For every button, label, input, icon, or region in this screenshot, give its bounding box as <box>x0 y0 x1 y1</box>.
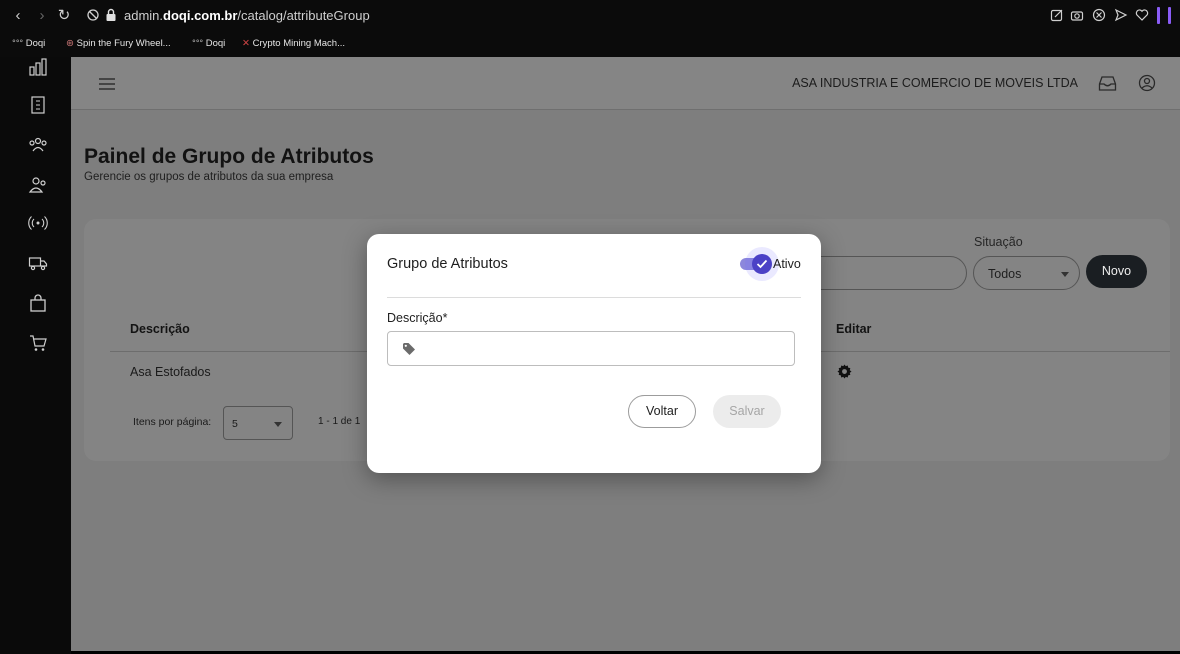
edit-icon[interactable] <box>1050 8 1064 22</box>
bookmark-label: Spin the Fury Wheel... <box>76 38 171 49</box>
active-toggle[interactable] <box>752 254 772 274</box>
url-path: /catalog/attributeGroup <box>237 8 370 23</box>
active-toggle-label: Ativo <box>773 257 801 271</box>
items-per-page-value: 5 <box>232 418 238 430</box>
url-prefix: admin. <box>124 8 164 23</box>
descricao-label: Descrição* <box>387 311 448 325</box>
forward-icon[interactable]: › <box>35 8 49 24</box>
app-sidebar <box>0 57 71 654</box>
chevron-down-icon <box>1061 272 1069 277</box>
bookmarks-bar: ᐤᐤᐤ Doqi ⊛ Spin the Fury Wheel... ᐤᐤᐤ Do… <box>0 33 1180 57</box>
bookmark-doqi-1[interactable]: ᐤᐤᐤ Doqi <box>12 38 45 50</box>
attribute-group-dialog: Grupo de Atributos Ativo Descrição* Volt… <box>367 234 821 473</box>
account-icon[interactable] <box>1138 74 1156 92</box>
dialog-title: Grupo de Atributos <box>387 256 508 272</box>
users-icon[interactable] <box>28 175 48 195</box>
site-settings-icon[interactable] <box>86 8 100 22</box>
broadcast-icon[interactable] <box>28 213 48 233</box>
doqi-logo-icon: ᐤᐤᐤ <box>192 38 204 49</box>
lock-icon <box>106 8 116 21</box>
building-icon[interactable] <box>28 95 48 115</box>
items-per-page-label: Itens por página: <box>133 416 212 428</box>
save-button[interactable]: Salvar <box>713 395 781 428</box>
bookmark-doqi-2[interactable]: ᐤᐤᐤ Doqi <box>192 38 225 50</box>
camera-icon[interactable] <box>1070 8 1084 22</box>
doqi-logo-icon: ᐤᐤᐤ <box>12 38 24 49</box>
bookmark-crypto[interactable]: ✕ Crypto Mining Mach... <box>242 38 345 50</box>
column-header-descricao: Descrição <box>130 322 190 336</box>
truck-icon[interactable] <box>28 253 48 273</box>
back-button[interactable]: Voltar <box>628 395 696 428</box>
items-per-page-select[interactable]: 5 <box>223 406 293 440</box>
shopping-bag-icon[interactable] <box>28 293 48 313</box>
crypto-icon: ✕ <box>242 38 250 49</box>
dashboard-chart-icon[interactable] <box>28 57 48 77</box>
wheel-icon: ⊛ <box>66 38 74 49</box>
send-icon[interactable] <box>1114 8 1128 22</box>
menu-icon[interactable] <box>99 77 115 91</box>
extension-icon[interactable] <box>1168 7 1171 24</box>
bookmark-label: Crypto Mining Mach... <box>252 38 346 49</box>
check-icon <box>756 259 768 269</box>
app-header: ASA INDUSTRIA E COMERCIO DE MOVEIS LTDA <box>71 57 1180 110</box>
column-header-editar: Editar <box>836 322 872 336</box>
descricao-field[interactable] <box>387 331 795 366</box>
table-cell-descricao: Asa Estofados <box>130 365 211 379</box>
sidebar-toggle-icon[interactable] <box>1157 7 1160 24</box>
chevron-down-icon <box>274 422 282 427</box>
descricao-input[interactable] <box>424 332 790 365</box>
block-icon[interactable] <box>1092 8 1106 22</box>
team-icon[interactable] <box>28 135 48 155</box>
inbox-icon[interactable] <box>1098 75 1117 92</box>
situacao-label: Situação <box>974 235 1023 249</box>
company-name: ASA INDUSTRIA E COMERCIO DE MOVEIS LTDA <box>792 76 1078 90</box>
browser-toolbar: ‹ › ↻ admin.doqi.com.br/catalog/attribut… <box>0 0 1180 33</box>
page-title: Painel de Grupo de Atributos <box>84 145 374 168</box>
bookmark-label: Doqi <box>205 38 226 49</box>
url-domain: doqi.com.br <box>163 8 238 23</box>
pagination-range: 1 - 1 de 1 <box>318 416 361 427</box>
heart-icon[interactable] <box>1135 8 1149 22</box>
gear-icon[interactable] <box>837 364 852 379</box>
reload-icon[interactable]: ↻ <box>57 8 71 24</box>
page-subtitle: Gerencie os grupos de atributos da sua e… <box>84 171 334 183</box>
situacao-select[interactable]: Todos <box>973 256 1080 290</box>
bookmark-spin-wheel[interactable]: ⊛ Spin the Fury Wheel... <box>66 38 171 50</box>
back-icon[interactable]: ‹ <box>11 8 25 24</box>
new-button[interactable]: Novo <box>1086 255 1147 288</box>
address-bar[interactable]: admin.doqi.com.br/catalog/attributeGroup <box>124 8 370 24</box>
cart-icon[interactable] <box>28 333 48 353</box>
situacao-value: Todos <box>988 267 1022 281</box>
dialog-divider <box>387 297 801 298</box>
bookmark-label: Doqi <box>25 38 46 49</box>
tag-icon <box>403 343 415 355</box>
